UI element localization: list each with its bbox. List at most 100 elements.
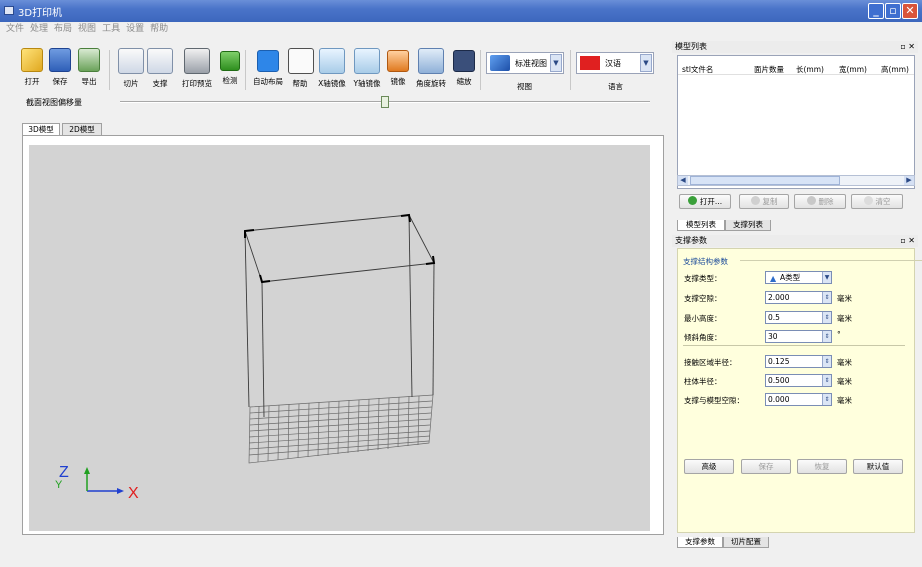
spin-arrows-icon[interactable]: ⇕ [822,375,831,386]
menu-bar: 文件 处理 布局 视图 工具 设置 帮助 [0,22,670,36]
spin-arrows-icon[interactable]: ⇕ [822,356,831,367]
default-button[interactable]: 默认值 [853,459,903,474]
tab-support-params[interactable]: 支撑参数 [677,537,723,548]
check-button[interactable]: 检测 [218,48,242,92]
spin-arrows-icon[interactable]: ⇕ [822,331,831,342]
params-divider [683,345,905,346]
copy-model-button[interactable]: 复制 [739,194,789,209]
support-structure-group-title: 支撑结构参数 [683,257,728,266]
col-width: 宽(mm) [839,65,867,74]
tab-model-list[interactable]: 模型列表 [677,220,725,231]
support-params-dock-title: 支撑参数 ▫ ✕ [672,235,918,247]
table-header: stl文件名 面片数量 长(mm) 宽(mm) 高(mm) [678,63,914,75]
rotate-icon [418,48,444,74]
model-wireframe: Z Y X [55,213,436,502]
tab-slice-config[interactable]: 切片配置 [723,537,769,548]
menu-tools[interactable]: 工具 [102,22,120,36]
scale-button[interactable]: 缩放 [452,48,476,92]
min-height-unit: 毫米 [837,314,852,323]
dock-float-close-icon[interactable]: ▫ ✕ [900,41,915,53]
floppy-disk-icon [49,48,71,72]
support-type-label: 支撑类型： [684,274,722,283]
menu-process[interactable]: 处理 [30,22,48,36]
support-type-select[interactable]: ▲ A类型 ▼ [765,271,832,284]
view-combo[interactable]: 标准视图 ▼ [486,52,564,74]
spacing-label: 支撑空隙： [684,294,722,303]
spacing-spinbox[interactable]: 2.000 ⇕ [765,291,832,304]
spacing-unit: 毫米 [837,294,852,303]
contact-radius-label: 接触区域半径： [684,358,737,367]
auto-layout-button[interactable]: 自动布局 [250,48,286,92]
cube-icon [490,55,510,71]
y-mirror-icon [354,48,380,74]
group-line [740,260,922,261]
tab-support-list[interactable]: 支撑列表 [725,220,771,231]
copy-icon [750,196,760,205]
spin-arrows-icon[interactable]: ⇕ [822,292,831,303]
model-edge-highlights [244,213,436,284]
column-radius-unit: 毫米 [837,377,852,386]
menu-view[interactable]: 视图 [78,22,96,36]
close-button[interactable]: ✕ [902,3,918,19]
tilt-angle-spinbox[interactable]: 30 ⇕ [765,330,832,343]
scroll-left-icon[interactable]: ◀ [678,176,688,185]
support-button[interactable]: 支撑 [147,48,173,92]
menu-settings[interactable]: 设置 [126,22,144,36]
angle-rotate-button[interactable]: 角度旋转 [411,48,451,92]
min-height-spinbox[interactable]: 0.5 ⇕ [765,311,832,324]
col-height: 高(mm) [881,65,909,74]
y-mirror-button[interactable]: Y轴镜像 [350,48,384,92]
open-model-button[interactable]: 打开... [679,194,731,209]
clear-model-button[interactable]: 清空 [851,194,903,209]
language-combo[interactable]: 汉语 ▼ [576,52,654,74]
column-radius-spinbox[interactable]: 0.500 ⇕ [765,374,832,387]
3d-viewport[interactable]: Z Y X [29,145,650,531]
delete-icon [806,196,816,205]
model-gap-unit: 毫米 [837,396,852,405]
save-params-button[interactable]: 保存 [741,459,791,474]
model-list-dock-title: 模型列表 ▫ ✕ [672,41,918,53]
model-gap-spinbox[interactable]: 0.000 ⇕ [765,393,832,406]
toolbar-separator [109,50,110,90]
spin-arrows-icon[interactable]: ⇕ [822,394,831,405]
scroll-right-icon[interactable]: ▶ [904,176,914,185]
section-offset-label: 截面视图偏移量 [26,98,82,107]
axis-indicator: Z Y X [55,464,139,502]
help-button[interactable]: 帮助 [288,48,314,92]
contact-radius-spinbox[interactable]: 0.125 ⇕ [765,355,832,368]
dock-float-close-icon[interactable]: ▫ ✕ [900,235,915,247]
slice-button[interactable]: 切片 [118,48,144,92]
x-mirror-button[interactable]: X轴镜像 [315,48,349,92]
print-preview-button[interactable]: 打印预览 [178,48,216,92]
col-stl-name: stl文件名 [682,65,714,74]
menu-file[interactable]: 文件 [6,22,24,36]
scale-arrow-icon [453,50,475,72]
menu-layout[interactable]: 布局 [54,22,72,36]
toolbar-separator [570,50,571,90]
contact-radius-unit: 毫米 [837,358,852,367]
export-button[interactable]: 导出 [76,48,102,92]
move-arrows-icon [288,48,314,74]
restore-button[interactable]: 恢复 [797,459,847,474]
tilt-angle-unit: ° [837,330,841,339]
export-icon [78,48,100,72]
spin-arrows-icon[interactable]: ⇕ [822,312,831,323]
maximize-button[interactable]: ▫ [885,3,901,19]
slider-handle[interactable] [381,96,389,108]
main-toolbar: 打开 保存 导出 切片 支撑 打印预览 检测 自动布局 帮助 X轴镜像 Y轴镜像 [20,48,665,94]
knife-icon [118,48,144,74]
advanced-button[interactable]: 高级 [684,459,734,474]
save-button[interactable]: 保存 [48,48,72,92]
toolbar-separator [480,50,481,90]
scroll-thumb[interactable] [690,176,840,185]
horizontal-scrollbar[interactable]: ◀ ▶ [677,175,915,186]
delete-model-button[interactable]: 删除 [794,194,846,209]
model-gap-label: 支撑与模型空隙： [684,396,744,405]
minimize-button[interactable]: _ [868,3,884,19]
menu-help[interactable]: 帮助 [150,22,168,36]
model-list-table[interactable]: stl文件名 面片数量 长(mm) 宽(mm) 高(mm) [677,55,915,189]
mirror-button[interactable]: 镜像 [386,48,410,92]
open-button[interactable]: 打开 [20,48,44,92]
col-length: 长(mm) [796,65,824,74]
x-axis-label: X [128,485,139,502]
